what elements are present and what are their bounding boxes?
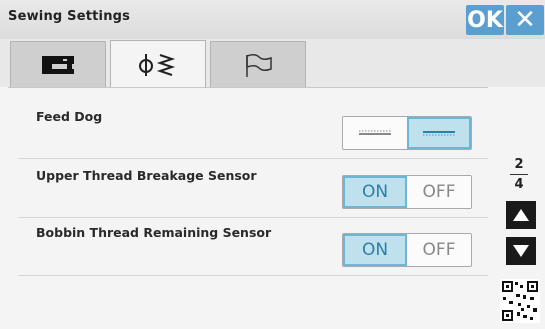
sewing-machine-icon xyxy=(42,55,74,74)
bobbin-thread-off-button[interactable]: OFF xyxy=(407,234,471,266)
upper-thread-sensor-label: Upper Thread Breakage Sensor xyxy=(36,168,257,183)
arrow-down-icon xyxy=(513,245,529,257)
tab-bar xyxy=(0,39,545,88)
upper-thread-off-button[interactable]: OFF xyxy=(407,176,471,208)
feed-dog-lowered-option[interactable] xyxy=(407,117,471,149)
feed-dog-raised-icon xyxy=(359,130,391,135)
tab-stitch[interactable] xyxy=(110,40,206,88)
feed-dog-lowered-icon xyxy=(423,131,455,136)
tab-machine[interactable] xyxy=(10,41,106,87)
bobbin-thread-sensor-label: Bobbin Thread Remaining Sensor xyxy=(36,225,272,240)
divider xyxy=(18,158,488,159)
upper-thread-on-button[interactable]: ON xyxy=(343,176,407,208)
tab-settings-flag[interactable] xyxy=(210,41,306,87)
page-total: 4 xyxy=(514,177,524,192)
upper-thread-sensor-toggle: ON OFF xyxy=(342,175,472,209)
window-title: Sewing Settings xyxy=(8,9,131,24)
bobbin-thread-sensor-toggle: ON OFF xyxy=(342,233,472,267)
settings-panel: Feed Dog Upper Thread Breakage Sensor ON… xyxy=(8,87,488,324)
feed-dog-raised-option[interactable] xyxy=(343,117,407,149)
divider xyxy=(18,275,488,276)
title-bar: Sewing Settings OK ✕ xyxy=(0,0,545,39)
bobbin-thread-on-button[interactable]: ON xyxy=(343,234,407,266)
stitch-settings-icon xyxy=(139,53,176,76)
page-divider xyxy=(510,174,528,175)
page-up-button[interactable] xyxy=(506,201,536,229)
page-current: 2 xyxy=(514,157,524,172)
feed-dog-toggle xyxy=(342,116,472,150)
close-button[interactable]: ✕ xyxy=(506,5,544,35)
divider xyxy=(18,217,488,218)
arrow-up-icon xyxy=(513,209,529,221)
feed-dog-label: Feed Dog xyxy=(36,109,103,124)
ok-button[interactable]: OK xyxy=(466,5,504,35)
flag-icon xyxy=(246,53,272,77)
page-down-button[interactable] xyxy=(506,237,536,265)
qr-code-icon[interactable] xyxy=(500,279,540,323)
